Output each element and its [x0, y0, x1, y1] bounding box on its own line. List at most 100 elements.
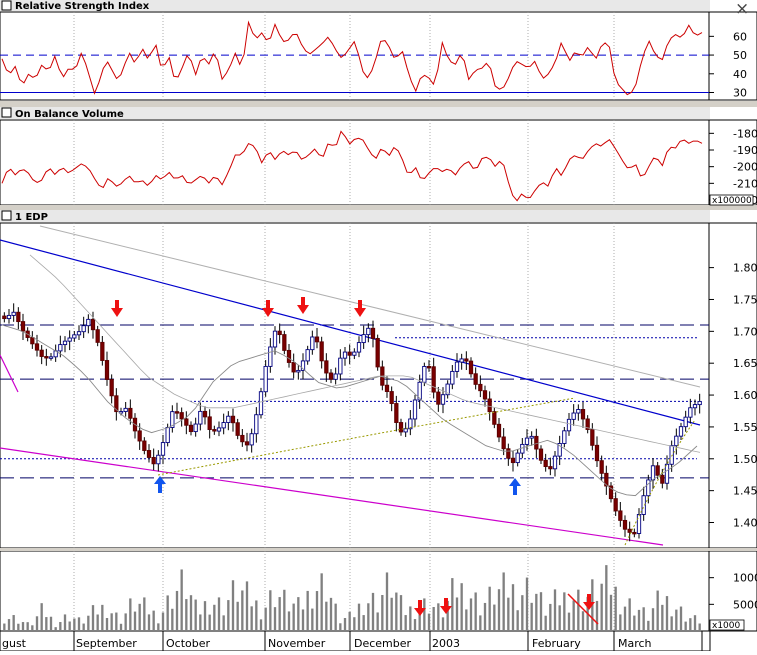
candle-down	[319, 341, 324, 362]
candle-down	[184, 418, 189, 426]
panel-separator	[0, 101, 757, 107]
candle-down	[30, 337, 35, 345]
candle-up	[529, 435, 534, 439]
candle-up	[366, 327, 371, 336]
candle-down	[104, 360, 110, 380]
candle-up	[566, 418, 572, 432]
obv-y-tick-label: -2100	[733, 177, 757, 190]
candle-up	[692, 404, 698, 409]
candle-up	[6, 314, 12, 320]
candle-up	[226, 415, 231, 424]
candle-down	[277, 330, 282, 336]
obv-y-tick-label: -2000	[733, 161, 757, 174]
candle-down	[394, 403, 399, 423]
candle-up	[678, 426, 684, 437]
rsi-y-tick-label: 30	[733, 87, 747, 100]
candle-up	[422, 365, 427, 383]
chart-window: 30405060-1800-1900-2000-2100-22001.401.4…	[0, 0, 757, 652]
candle-down	[468, 360, 474, 375]
candle-up	[81, 325, 86, 333]
candle-down	[142, 440, 147, 451]
candle-up	[272, 330, 278, 348]
rsi-y-tick-label: 60	[733, 30, 747, 43]
candle-down	[431, 366, 436, 393]
candle-down	[478, 383, 483, 392]
candle-up	[520, 443, 525, 454]
panel-separator	[0, 205, 757, 210]
obv-multiplier: x100000	[712, 196, 752, 206]
candle-up	[650, 465, 656, 481]
candle-up	[571, 412, 576, 420]
candle-down	[370, 327, 376, 339]
candle-up	[268, 346, 273, 367]
candle-up	[198, 410, 203, 425]
volume-panel-axis-frame	[708, 550, 757, 632]
candle-down	[464, 358, 469, 362]
candle-down	[90, 318, 96, 331]
candle-up	[48, 356, 54, 359]
candle-down	[482, 390, 488, 400]
candle-up	[459, 358, 464, 363]
volume-y-tick-label: 10000	[733, 572, 757, 585]
price-y-tick-label: 1.60	[733, 389, 757, 402]
candle-up	[352, 351, 357, 356]
candle-up	[333, 373, 338, 380]
candle-down	[660, 474, 665, 484]
price-y-tick-label: 1.45	[733, 485, 757, 498]
obv-y-tick-label: -1800	[733, 127, 757, 140]
candle-up	[361, 334, 366, 344]
candle-up	[86, 318, 91, 327]
candle-down	[212, 429, 217, 432]
candle-up	[450, 370, 455, 385]
candle-down	[590, 429, 595, 446]
candle-up	[160, 442, 166, 456]
candle-down	[501, 436, 506, 450]
candle-down	[426, 365, 432, 369]
candle-down	[384, 384, 390, 393]
candle-down	[618, 510, 623, 521]
price-y-tick-label: 1.65	[733, 357, 757, 370]
obv-panel-title: On Balance Volume	[15, 109, 124, 120]
candle-down	[282, 334, 287, 351]
candle-down	[314, 336, 320, 343]
candle-up	[515, 452, 520, 464]
candle-down	[655, 465, 660, 476]
price-panel-title: 1 EDP	[15, 212, 48, 223]
candle-up	[636, 514, 642, 534]
candle-down	[235, 422, 240, 436]
candle-down	[599, 460, 604, 474]
candle-up	[697, 400, 702, 406]
candle-down	[594, 444, 600, 462]
candle-down	[2, 315, 7, 320]
candle-up	[454, 361, 460, 372]
candle-down	[622, 519, 628, 530]
month-label: gust	[2, 637, 27, 650]
candle-up	[576, 409, 581, 414]
candle-down	[328, 372, 334, 380]
candle-down	[538, 448, 544, 461]
rsi-panel-frame	[0, 11, 710, 101]
candle-down	[473, 373, 478, 385]
close-icon[interactable]: ×	[735, 0, 749, 19]
candle-up	[221, 422, 226, 429]
candle-down	[347, 351, 352, 356]
candle-down	[398, 422, 404, 433]
candle-up	[72, 334, 77, 339]
candle-up	[254, 414, 259, 435]
obv-y-tick-label: -1900	[733, 144, 757, 157]
candle-down	[291, 362, 296, 373]
volume-y-tick-label: 5000	[733, 598, 757, 611]
price-panel-frame	[0, 222, 710, 549]
price-title-bar	[0, 210, 710, 222]
rsi-y-tick-label: 50	[733, 49, 747, 62]
candle-down	[492, 411, 497, 425]
candle-down	[580, 409, 586, 420]
candle-down	[16, 311, 21, 323]
candle-down	[324, 360, 329, 374]
candle-down	[146, 450, 152, 458]
candle-down	[506, 448, 511, 459]
month-label: October	[166, 637, 210, 650]
candle-up	[165, 427, 170, 444]
candle-down	[534, 435, 539, 450]
candle-down	[20, 321, 26, 332]
